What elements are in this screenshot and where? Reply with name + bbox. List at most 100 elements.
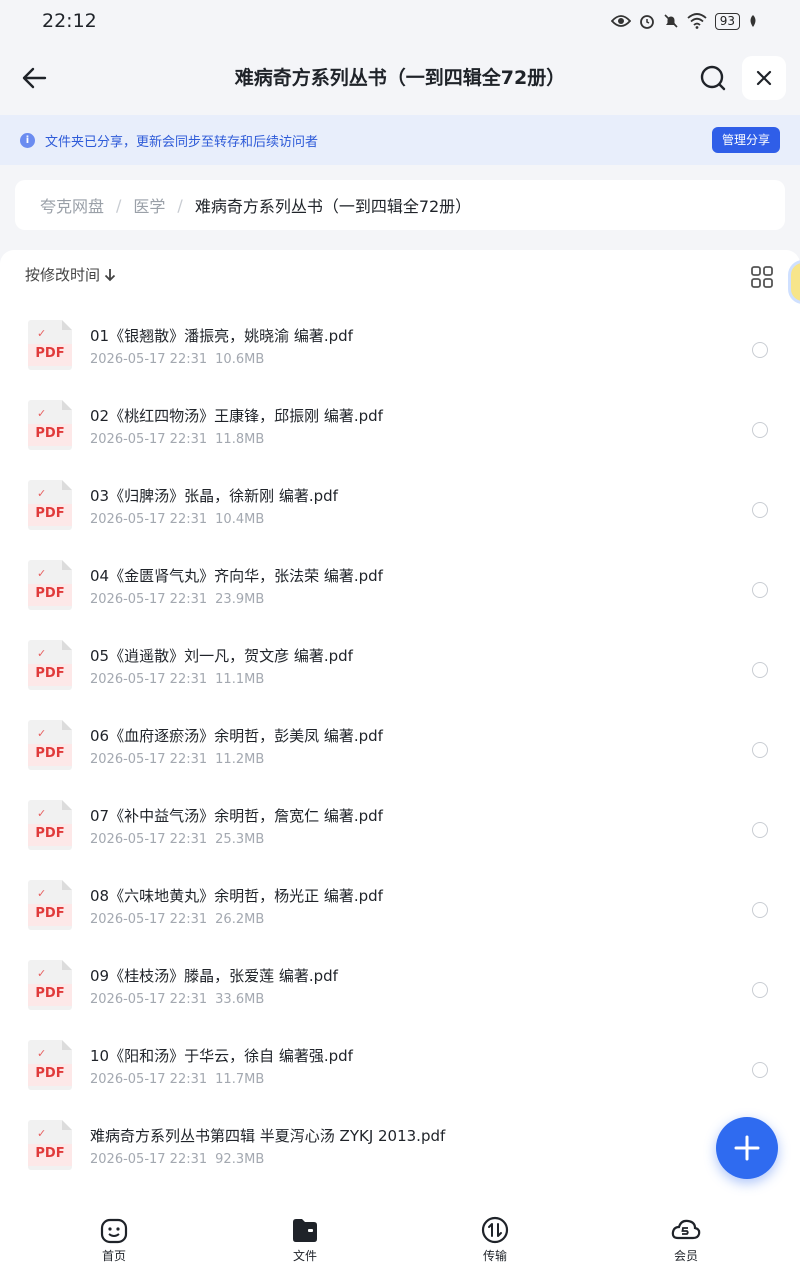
acrobat-glyph-icon: ✓ xyxy=(37,1127,47,1140)
select-checkbox[interactable] xyxy=(752,342,768,358)
sort-button[interactable]: 按修改时间 xyxy=(25,264,116,285)
file-meta: 2026-05-17 22:31 33.6MB xyxy=(90,992,264,1007)
acrobat-glyph-icon: ✓ xyxy=(37,327,47,340)
file-size: 10.6MB xyxy=(215,352,265,367)
nav-item-home[interactable]: 首页 xyxy=(84,1216,144,1264)
transfer-icon xyxy=(481,1216,509,1244)
eye-icon xyxy=(610,15,631,27)
file-meta: 2026-05-17 22:31 11.2MB xyxy=(90,752,264,767)
file-meta: 2026-05-17 22:31 10.6MB xyxy=(90,352,264,367)
pdf-icon-label: PDF xyxy=(35,906,65,921)
file-row[interactable]: ✓ PDF 01《银翘散》潘振亮，姚晓渝 编著.pdf 2026-05-17 22:3… xyxy=(0,305,800,385)
breadcrumb-item-root[interactable]: 夸克网盘 xyxy=(40,193,104,217)
file-date: 2026-05-17 22:31 xyxy=(90,832,208,847)
file-meta: 2026-05-17 22:31 26.2MB xyxy=(90,912,264,927)
back-button[interactable] xyxy=(18,62,50,94)
nav-item-transfer[interactable]: 传输 xyxy=(465,1216,525,1264)
pdf-file-icon: ✓ PDF xyxy=(28,960,72,1010)
file-row[interactable]: ✓ PDF 02《桃红四物汤》王康锋，邱振刚 编著.pdf 2026-05-17 22… xyxy=(0,385,800,465)
file-row[interactable]: ✓ PDF 09《桂枝汤》滕晶，张爱莲 编著.pdf 2026-05-17 22:31… xyxy=(0,945,800,1025)
pdf-icon-corner xyxy=(62,960,72,970)
pdf-icon-label: PDF xyxy=(35,666,65,681)
file-row[interactable]: ✓ PDF 10《阳和汤》于华云，徐自 编著强.pdf 2026-05-17 22:3… xyxy=(0,1025,800,1105)
pdf-icon-corner xyxy=(62,560,72,570)
file-date: 2026-05-17 22:31 xyxy=(90,992,208,1007)
file-meta: 2026-05-17 22:31 11.8MB xyxy=(90,432,264,447)
select-checkbox[interactable] xyxy=(752,822,768,838)
file-row[interactable]: ✓ PDF 08《六味地黄丸》余明哲，杨光正 编著.pdf 2026-05-17 22… xyxy=(0,865,800,945)
add-button[interactable] xyxy=(716,1117,778,1179)
breadcrumb-item-medicine[interactable]: 医学 xyxy=(133,193,165,217)
pdf-icon-label: PDF xyxy=(35,1066,65,1081)
acrobat-glyph-icon: ✓ xyxy=(37,567,47,580)
nav-item-files[interactable]: 文件 xyxy=(275,1216,335,1264)
folder-icon xyxy=(293,1219,317,1242)
file-date: 2026-05-17 22:31 xyxy=(90,672,208,687)
manage-share-button[interactable]: 管理分享 xyxy=(711,127,780,153)
breadcrumb: 夸克网盘 / 医学 / 难病奇方系列丛书（一到四辑全72册） xyxy=(15,180,785,230)
file-row[interactable]: ✓ PDF 03《归脾汤》张晶，徐新刚 编著.pdf 2026-05-17 22:31… xyxy=(0,465,800,545)
acrobat-glyph-icon: ✓ xyxy=(37,1047,47,1060)
file-date: 2026-05-17 22:31 xyxy=(90,752,208,767)
select-checkbox[interactable] xyxy=(752,742,768,758)
nav-item-vip[interactable]: 会员 xyxy=(656,1216,716,1264)
pdf-icon-corner xyxy=(62,800,72,810)
file-date: 2026-05-17 22:31 xyxy=(90,592,208,607)
select-checkbox[interactable] xyxy=(752,982,768,998)
select-checkbox[interactable] xyxy=(752,582,768,598)
status-time: 22:12 xyxy=(42,10,97,32)
file-row[interactable]: ✓ PDF 04《金匮肾气丸》齐向华，张法荣 编著.pdf 2026-05-17 22… xyxy=(0,545,800,625)
grid-view-icon[interactable] xyxy=(751,266,773,288)
pdf-icon-label: PDF xyxy=(35,826,65,841)
close-icon xyxy=(756,70,772,86)
close-button[interactable] xyxy=(742,56,786,100)
search-button[interactable] xyxy=(697,62,729,94)
file-size: 26.2MB xyxy=(215,912,265,927)
acrobat-glyph-icon: ✓ xyxy=(37,727,47,740)
pdf-icon-corner xyxy=(62,720,72,730)
select-checkbox[interactable] xyxy=(752,502,768,518)
pdf-icon-label: PDF xyxy=(35,346,65,361)
info-icon: i xyxy=(20,132,35,148)
file-row[interactable]: ✓ PDF 难病奇方系列丛书第四辑 半夏泻心汤 ZYKJ 2013.pdf 2026-… xyxy=(0,1105,800,1185)
select-checkbox[interactable] xyxy=(752,1062,768,1078)
file-row[interactable]: ✓ PDF 07《补中益气汤》余明哲，詹宽仁 编著.pdf 2026-05-17 22… xyxy=(0,785,800,865)
cloud-vip-icon xyxy=(671,1219,701,1240)
share-banner-text: 文件夹已分享，更新会同步至转存和后续访问者 xyxy=(45,134,319,150)
pdf-icon-corner xyxy=(62,1040,72,1050)
file-row[interactable]: ✓ PDF 06《血府逐瘀汤》余明哲，彭美凤 编著.pdf 2026-05-17 22… xyxy=(0,705,800,785)
nav-label-files: 文件 xyxy=(292,1249,317,1263)
file-name: 04《金匮肾气丸》齐向华，张法荣 编著.pdf xyxy=(90,567,383,585)
battery-indicator: 93 xyxy=(714,12,740,30)
file-size: 11.7MB xyxy=(215,1072,265,1087)
file-size: 11.1MB xyxy=(215,672,265,687)
file-name: 06《血府逐瘀汤》余明哲，彭美凤 编著.pdf xyxy=(90,727,383,745)
breadcrumb-separator: / xyxy=(116,195,122,215)
select-checkbox[interactable] xyxy=(752,662,768,678)
search-icon xyxy=(700,65,726,91)
pdf-file-icon: ✓ PDF xyxy=(28,560,72,610)
file-name: 01《银翘散》潘振亮，姚晓渝 编著.pdf xyxy=(90,327,353,345)
status-bar: 22:12 93 xyxy=(0,0,800,42)
pdf-icon-label: PDF xyxy=(35,746,65,761)
wifi-icon xyxy=(687,13,707,29)
arrow-down-icon xyxy=(104,268,116,281)
pdf-icon-label: PDF xyxy=(35,506,65,521)
select-checkbox[interactable] xyxy=(752,422,768,438)
file-size: 11.8MB xyxy=(215,432,265,447)
floating-assistant-icon[interactable] xyxy=(788,260,800,304)
pdf-icon-label: PDF xyxy=(35,1146,65,1161)
pdf-icon-corner xyxy=(62,1120,72,1130)
file-size: 23.9MB xyxy=(215,592,265,607)
acrobat-glyph-icon: ✓ xyxy=(37,807,47,820)
share-banner: i 文件夹已分享，更新会同步至转存和后续访问者 管理分享 xyxy=(0,115,800,165)
pdf-icon-label: PDF xyxy=(35,586,65,601)
plus-icon xyxy=(734,1135,760,1161)
pdf-icon-label: PDF xyxy=(35,986,65,1001)
acrobat-glyph-icon: ✓ xyxy=(37,407,47,420)
file-row[interactable]: ✓ PDF 05《逍遥散》刘一凡，贺文彦 编著.pdf 2026-05-17 22:3… xyxy=(0,625,800,705)
select-checkbox[interactable] xyxy=(752,902,768,918)
file-size: 25.3MB xyxy=(215,832,265,847)
file-size: 11.2MB xyxy=(215,752,265,767)
nav-label-vip: 会员 xyxy=(673,1249,698,1263)
